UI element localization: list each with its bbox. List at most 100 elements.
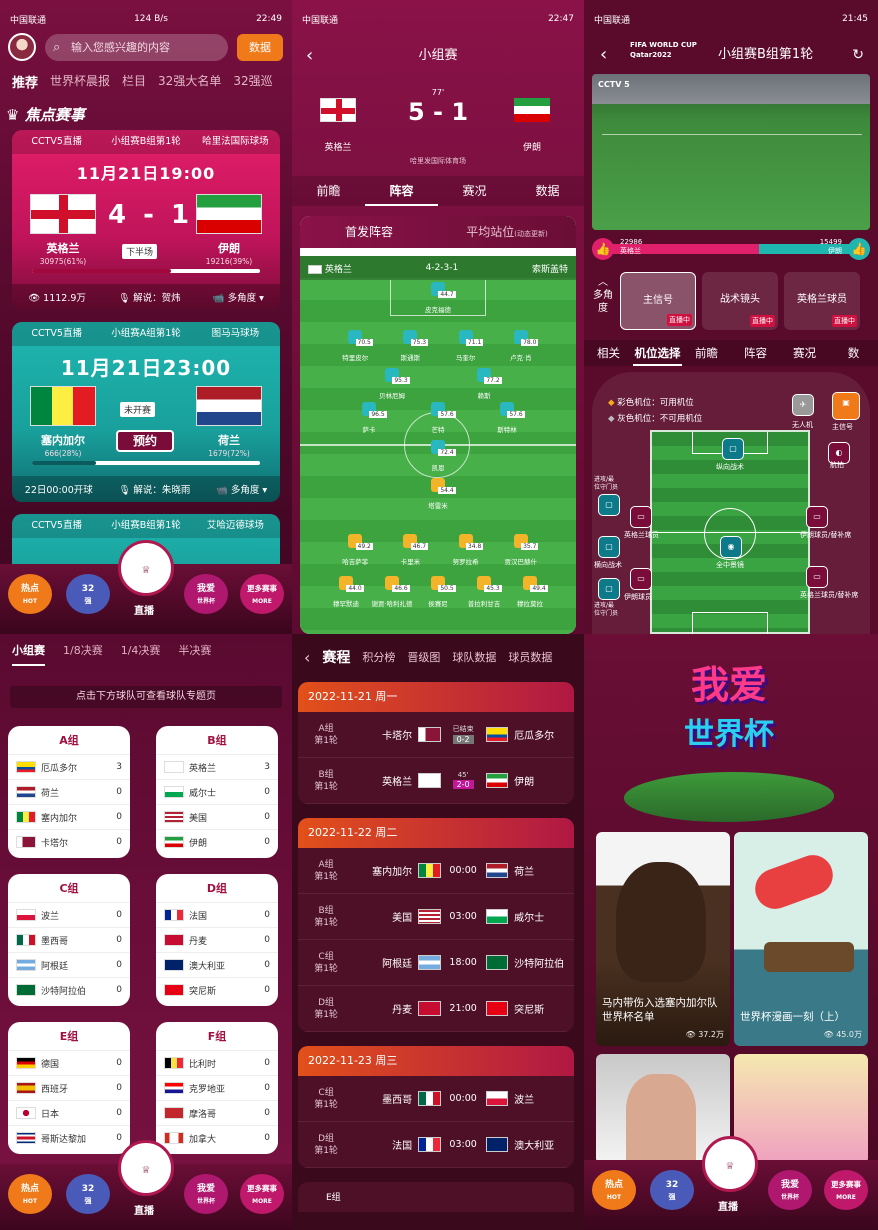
match-row[interactable]: B组 第1轮 美国 03:00 威尔士	[298, 894, 574, 940]
iran-player-camera-icon[interactable]: ▭	[630, 568, 652, 590]
nav-32[interactable]: 32 强	[66, 574, 110, 614]
data-button[interactable]: 数据	[237, 34, 283, 61]
team-row[interactable]: 克罗地亚 0	[156, 1075, 278, 1100]
tab-team-data[interactable]: 球队数据	[452, 649, 496, 665]
tab-data[interactable]: 数	[829, 340, 878, 366]
tab-related[interactable]: 相关	[584, 340, 633, 366]
tab-tour[interactable]: 32强巡	[233, 72, 272, 92]
team-row[interactable]: 突尼斯 0	[156, 977, 278, 1002]
tab-columns[interactable]: 栏目	[122, 72, 146, 92]
avatar[interactable]	[8, 33, 36, 61]
player-marker[interactable]: 71.1 马奎尔	[444, 330, 488, 362]
player-marker[interactable]: 57.6 斯特林	[485, 402, 529, 434]
player-marker[interactable]: 45.3 普拉利甘吉	[462, 576, 506, 608]
camera-england-player[interactable]: 英格兰球员 直播中	[784, 272, 860, 330]
tab-camera-select[interactable]: 机位选择	[633, 340, 682, 366]
tab-live[interactable]: 赛况	[438, 176, 511, 206]
player-marker[interactable]: 44.0 穆罕默迪	[324, 576, 368, 608]
player-marker[interactable]: 50.5 侯赛尼	[416, 576, 460, 608]
team-row[interactable]: 威尔士 0	[156, 779, 278, 804]
tab-live[interactable]: 赛况	[780, 340, 829, 366]
book-button[interactable]: 预约	[116, 430, 174, 452]
player-marker[interactable]: 72.4 凯恩	[416, 440, 460, 472]
match-row[interactable]: C组 第1轮 墨西哥 00:00 波兰	[298, 1076, 574, 1122]
right-camera-1-icon[interactable]: ▭	[806, 506, 828, 528]
tab-lineup[interactable]: 阵容	[731, 340, 780, 366]
nav-more[interactable]: 更多赛事 MORE	[240, 574, 284, 614]
team-row[interactable]: 澳大利亚 0	[156, 952, 278, 977]
player-marker[interactable]: 54.4 塔雷米	[416, 478, 460, 510]
player-marker[interactable]: 78.0 卢克·肖	[499, 330, 543, 362]
tab-quarter[interactable]: 1/4决赛	[121, 642, 161, 666]
nav-32[interactable]: 32 强	[650, 1170, 694, 1210]
center-camera-icon[interactable]: ◉	[720, 536, 742, 558]
video-player[interactable]: CCTV 5	[592, 74, 870, 230]
match-card-sen-ned[interactable]: CCTV5直播 小组赛A组第1轮 图马马球场 11月21日23:00 未开赛 塞…	[12, 322, 280, 502]
team-row[interactable]: 英格兰 3	[156, 754, 278, 779]
tab-stats[interactable]: 数据	[511, 176, 584, 206]
tab-preview[interactable]: 前瞻	[682, 340, 731, 366]
nav-hot[interactable]: 热点 HOT	[592, 1170, 636, 1210]
team-row[interactable]: 法国 0	[156, 902, 278, 927]
tab-semi[interactable]: 半决赛	[178, 642, 211, 666]
player-marker[interactable]: 75.3 斯通斯	[388, 330, 432, 362]
tab-morning[interactable]: 世界杯晨报	[50, 72, 110, 92]
player-marker[interactable]: 57.6 芒特	[416, 402, 460, 434]
team-row[interactable]: 阿根廷 0	[8, 952, 130, 977]
team-row[interactable]: 摩洛哥 0	[156, 1100, 278, 1125]
nav-32[interactable]: 32 强	[66, 1174, 110, 1214]
back-icon[interactable]: ‹	[306, 38, 313, 74]
nav-hot[interactable]: 热点 HOT	[8, 1174, 52, 1214]
match-row[interactable]: D组 第1轮 法国 03:00 澳大利亚	[298, 1122, 574, 1168]
nav-love[interactable]: 我爱 世界杯	[184, 1174, 228, 1214]
team-row[interactable]: 比利时 0	[156, 1050, 278, 1075]
player-marker[interactable]: 96.5 萨卡	[347, 402, 391, 434]
player-marker[interactable]: 70.5 特里皮尔	[333, 330, 377, 362]
multi-angle-button[interactable]: 📹 多角度 ▾	[213, 290, 264, 304]
team-row[interactable]: 厄瓜多尔 3	[8, 754, 130, 779]
back-icon[interactable]: ‹	[600, 38, 607, 72]
team-row[interactable]: 墨西哥 0	[8, 927, 130, 952]
player-marker[interactable]: 49.2 哈吉萨菲	[333, 534, 377, 566]
tab-player-data[interactable]: 球员数据	[508, 649, 552, 665]
nav-more[interactable]: 更多赛事 MORE	[824, 1170, 868, 1210]
team-row[interactable]: 丹麦 0	[156, 927, 278, 952]
player-marker[interactable]: 44.7 皮克福德	[416, 282, 460, 314]
team-row[interactable]: 波兰 0	[8, 902, 130, 927]
match-row[interactable]: A组 第1轮 塞内加尔 00:00 荷兰	[298, 848, 574, 894]
tab-squads[interactable]: 32强大名单	[158, 72, 221, 92]
goal-camera-icon[interactable]: ▢	[598, 494, 620, 516]
match-card-eng-irn[interactable]: CCTV5直播 小组赛B组第1轮 哈里法国际球场 11月21日19:00 4 -…	[12, 130, 280, 310]
camera-tactic[interactable]: 战术镜头 直播中	[702, 272, 778, 330]
team-row[interactable]: 美国 0	[156, 804, 278, 829]
player-marker[interactable]: 95.3 贝林厄姆	[370, 368, 414, 400]
tab-group-stage[interactable]: 小组赛	[12, 642, 45, 666]
team-row[interactable]: 卡塔尔 0	[8, 829, 130, 854]
player-marker[interactable]: 77.2 赖斯	[462, 368, 506, 400]
nav-live[interactable]: ♕	[118, 1140, 174, 1196]
search-input[interactable]: ⌕ 输入您感兴趣的内容	[45, 34, 228, 61]
nav-more[interactable]: 更多赛事 MORE	[240, 1174, 284, 1214]
match-row[interactable]: A组 第1轮 卡塔尔 已结束 0-2 厄瓜多尔	[298, 712, 574, 758]
team-row[interactable]: 日本 0	[8, 1100, 130, 1125]
news-card-4[interactable]	[734, 1054, 868, 1164]
share-icon[interactable]: ↻	[852, 38, 864, 72]
back-icon[interactable]: ‹	[304, 648, 310, 667]
team-row[interactable]: 塞内加尔 0	[8, 804, 130, 829]
team-row[interactable]: 沙特阿拉伯 0	[8, 977, 130, 1002]
main-camera-icon[interactable]: ▣	[832, 392, 860, 420]
nav-hot[interactable]: 热点 HOT	[8, 574, 52, 614]
news-card-2[interactable]: 世界杯漫画一刻（上） 👁 45.0万	[734, 832, 868, 1046]
player-marker[interactable]: 46.7 卡里米	[388, 534, 432, 566]
tab-round-16[interactable]: 1/8决赛	[63, 642, 103, 666]
tab-preview[interactable]: 前瞻	[292, 176, 365, 206]
lateral-camera-icon[interactable]: ▢	[598, 536, 620, 558]
tab-avg-position[interactable]: 平均站位(动态更新)	[438, 216, 576, 248]
tab-schedule[interactable]: 赛程	[322, 647, 350, 667]
nav-love[interactable]: 我爱 世界杯	[768, 1170, 812, 1210]
england-player-camera-icon[interactable]: ▭	[630, 506, 652, 528]
team-row[interactable]: 加拿大 0	[156, 1125, 278, 1150]
team-row[interactable]: 西班牙 0	[8, 1075, 130, 1100]
tactic-camera-icon[interactable]: ▢	[722, 438, 744, 460]
like-home-icon[interactable]: 👍	[592, 238, 614, 260]
